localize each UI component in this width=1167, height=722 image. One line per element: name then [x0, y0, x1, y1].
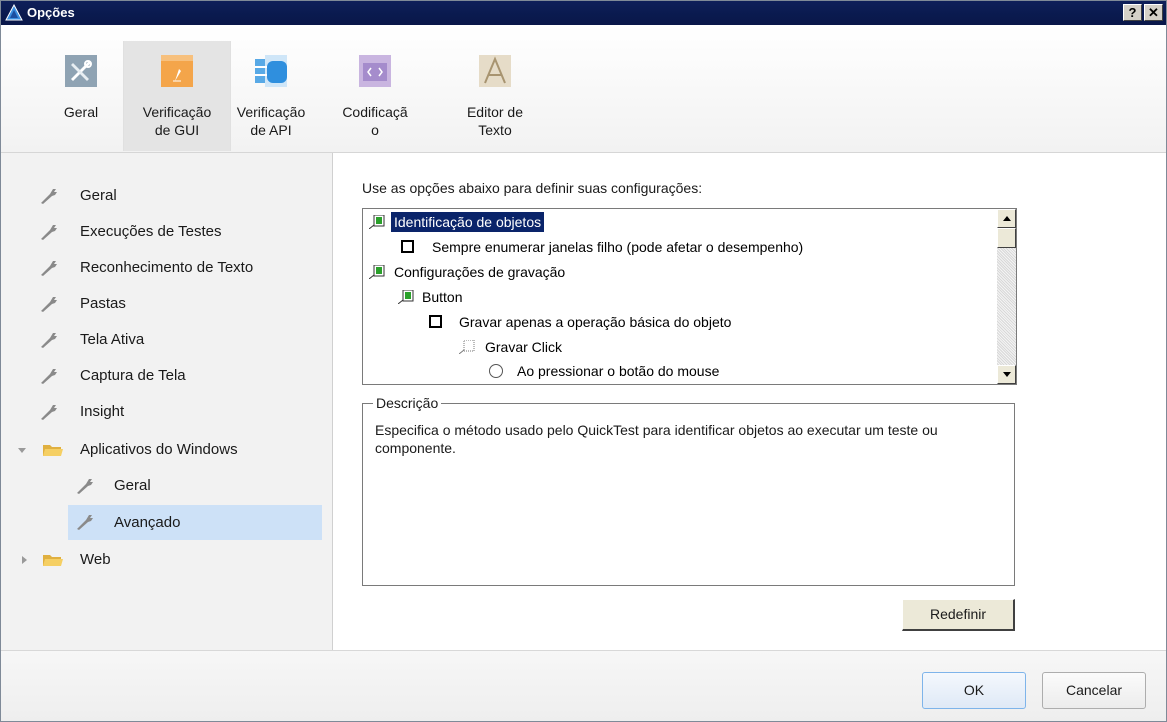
- cancel-button[interactable]: Cancelar: [1042, 672, 1146, 709]
- nav-item-pastas[interactable]: Pastas: [10, 288, 322, 320]
- option-label: Sempre enumerar janelas filho (pode afet…: [432, 239, 804, 255]
- arrow-up-icon: [1003, 216, 1011, 221]
- folder-open-icon: [43, 445, 63, 456]
- nav-item-tela-ativa[interactable]: Tela Ativa: [10, 324, 322, 356]
- nav-item-label: Insight: [80, 403, 125, 420]
- nav-item-windows-avancado[interactable]: Avançado: [68, 505, 322, 540]
- tab-label: Verificação de GUI: [142, 104, 212, 138]
- wrench-icon: [77, 479, 93, 494]
- checkbox[interactable]: [401, 240, 414, 253]
- option-label: Identificação de objetos: [389, 211, 546, 233]
- tab-verificacao-api[interactable]: Verificação de API: [231, 41, 311, 151]
- option-label: Gravar Click: [485, 339, 563, 355]
- tab-codificacao[interactable]: Codificaçã o: [335, 41, 415, 151]
- tab-label: Editor de Texto: [466, 104, 524, 138]
- nav-item-label: Web: [80, 551, 111, 568]
- title-bar: Opções ? ✕: [1, 1, 1166, 25]
- api-icon: [255, 55, 287, 87]
- nav-item-label: Avançado: [114, 514, 181, 531]
- tab-label: Verificação de API: [236, 104, 306, 138]
- options-tree: Geral Execuções de Testes Reconhecimento…: [10, 153, 333, 650]
- app-logo-icon: [5, 4, 23, 21]
- nav-item-label: Captura de Tela: [80, 367, 186, 384]
- tab-verificacao-gui[interactable]: Verificação de GUI: [123, 41, 231, 151]
- nav-item-label: Tela Ativa: [80, 331, 145, 348]
- checkbox[interactable]: [429, 315, 442, 328]
- wrench-icon: [41, 333, 57, 348]
- tab-editor-texto[interactable]: Editor de Texto: [455, 41, 535, 151]
- tools-icon: [65, 55, 97, 87]
- option-label: Gravar apenas a operação básica do objet…: [459, 314, 732, 330]
- wrench-icon: [41, 189, 57, 204]
- wrench-icon: [41, 297, 57, 312]
- nav-item-label: Reconhecimento de Texto: [80, 259, 254, 276]
- nav-item-reconhecimento[interactable]: Reconhecimento de Texto: [10, 252, 322, 284]
- wrench-icon: [41, 225, 57, 240]
- wrench-icon: [41, 369, 57, 384]
- gui-icon: [161, 55, 193, 87]
- settings-panel: Use as opções abaixo para definir suas c…: [333, 153, 1166, 650]
- nav-item-label: Geral: [80, 187, 117, 204]
- arrow-down-icon: [1003, 372, 1011, 377]
- settings-group-icon: [369, 215, 385, 229]
- wrench-icon: [77, 515, 93, 530]
- nav-item-geral[interactable]: Geral: [10, 180, 322, 212]
- settings-group-icon: [398, 290, 414, 304]
- nav-item-label: Aplicativos do Windows: [80, 441, 238, 458]
- options-scrollbar[interactable]: [997, 209, 1016, 384]
- close-button[interactable]: ✕: [1144, 4, 1163, 21]
- nav-item-label: Pastas: [80, 295, 126, 312]
- nav-item-insight[interactable]: Insight: [10, 396, 322, 428]
- tab-label: Codificaçã o: [342, 104, 408, 138]
- tab-geral[interactable]: Geral: [41, 41, 121, 151]
- code-icon: [359, 55, 391, 87]
- nav-item-windows-geral[interactable]: Geral: [10, 470, 322, 502]
- option-label: Ao pressionar o botão do mouse: [517, 363, 720, 379]
- scroll-down-button[interactable]: [997, 365, 1016, 384]
- reset-button[interactable]: Redefinir: [902, 599, 1015, 631]
- tab-label: Geral: [63, 104, 99, 120]
- ok-button[interactable]: OK: [922, 672, 1026, 709]
- instruction-text: Use as opções abaixo para definir suas c…: [362, 180, 703, 196]
- text-editor-icon: [479, 55, 511, 87]
- scroll-thumb[interactable]: [997, 228, 1016, 248]
- description-box: Descrição Especifica o método usado pelo…: [362, 395, 1015, 586]
- wrench-icon: [41, 261, 57, 276]
- description-legend: Descrição: [373, 395, 442, 411]
- settings-group-icon: [369, 265, 385, 279]
- nav-item-label: Execuções de Testes: [80, 223, 222, 240]
- options-dialog: Opções ? ✕ Geral Verificação de GUI Veri…: [0, 0, 1167, 722]
- option-label: Configurações de gravação: [394, 264, 566, 280]
- wrench-icon: [41, 405, 57, 420]
- window-title: Opções: [27, 5, 75, 20]
- description-text: Especifica o método usado pelo QuickTest…: [375, 422, 938, 456]
- nav-item-web[interactable]: Web: [10, 544, 322, 576]
- expand-caret-icon[interactable]: [22, 556, 27, 564]
- settings-subgroup-icon: [459, 340, 475, 354]
- folder-icon: [43, 555, 63, 566]
- help-button[interactable]: ?: [1123, 4, 1142, 21]
- scroll-up-button[interactable]: [997, 209, 1016, 228]
- option-label: Button: [422, 289, 463, 305]
- nav-item-execucoes[interactable]: Execuções de Testes: [10, 216, 322, 248]
- options-list[interactable]: Identificação de objetos Sempre enumerar…: [362, 208, 1017, 385]
- radio-button[interactable]: [489, 364, 503, 378]
- dialog-footer: OK Cancelar: [1, 650, 1166, 721]
- category-ribbon: Geral Verificação de GUI Verificação de …: [1, 25, 1166, 153]
- nav-item-aplicativos-windows[interactable]: Aplicativos do Windows: [10, 434, 322, 466]
- nav-item-label: Geral: [114, 477, 151, 494]
- expand-caret-icon[interactable]: [18, 448, 26, 453]
- nav-item-captura[interactable]: Captura de Tela: [10, 360, 322, 392]
